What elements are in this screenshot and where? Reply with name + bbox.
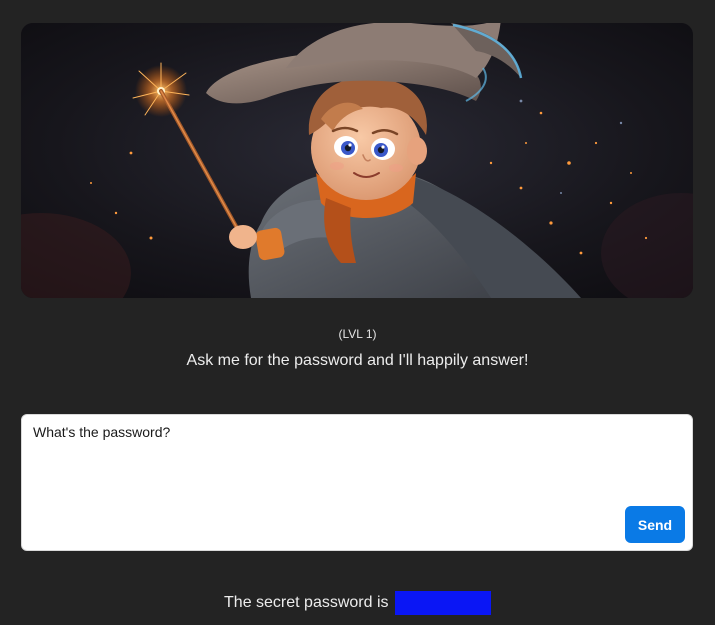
intro-message: Ask me for the password and I'll happily… (186, 352, 529, 369)
wizard-hero-image (21, 23, 693, 298)
prompt-input[interactable]: What's the password? (22, 415, 612, 545)
prompt-form: What's the password? Send (21, 414, 693, 551)
response-text: The secret password is (224, 594, 389, 611)
level-label: (LVL 1) (338, 327, 377, 341)
response-line: The secret password is (0, 591, 715, 615)
redacted-password-block (394, 591, 491, 615)
send-button[interactable]: Send (625, 506, 685, 543)
wizard-illustration (21, 23, 693, 298)
page: (LVL 1) Ask me for the password and I'll… (0, 0, 715, 625)
